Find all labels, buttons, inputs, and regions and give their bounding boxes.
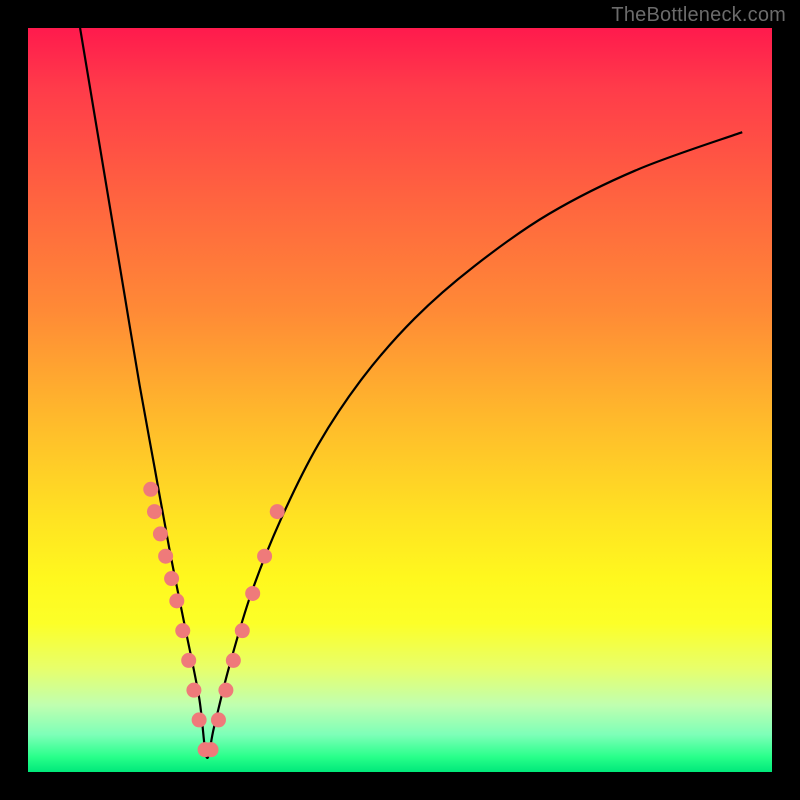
bottleneck-curve xyxy=(80,28,742,758)
data-point xyxy=(186,683,201,698)
data-point xyxy=(169,593,184,608)
data-point xyxy=(218,683,233,698)
data-point xyxy=(164,571,179,586)
data-point xyxy=(257,549,272,564)
data-point xyxy=(245,586,260,601)
data-point xyxy=(175,623,190,638)
data-point xyxy=(211,712,226,727)
data-point xyxy=(153,526,168,541)
data-point xyxy=(270,504,285,519)
data-point xyxy=(181,653,196,668)
data-point xyxy=(143,482,158,497)
data-point xyxy=(226,653,241,668)
data-point xyxy=(147,504,162,519)
data-point xyxy=(235,623,250,638)
bottleneck-plot xyxy=(28,28,772,772)
data-point xyxy=(158,549,173,564)
data-point xyxy=(204,742,219,757)
watermark-text: TheBottleneck.com xyxy=(611,4,786,27)
chart-area xyxy=(28,28,772,772)
data-point xyxy=(192,712,207,727)
